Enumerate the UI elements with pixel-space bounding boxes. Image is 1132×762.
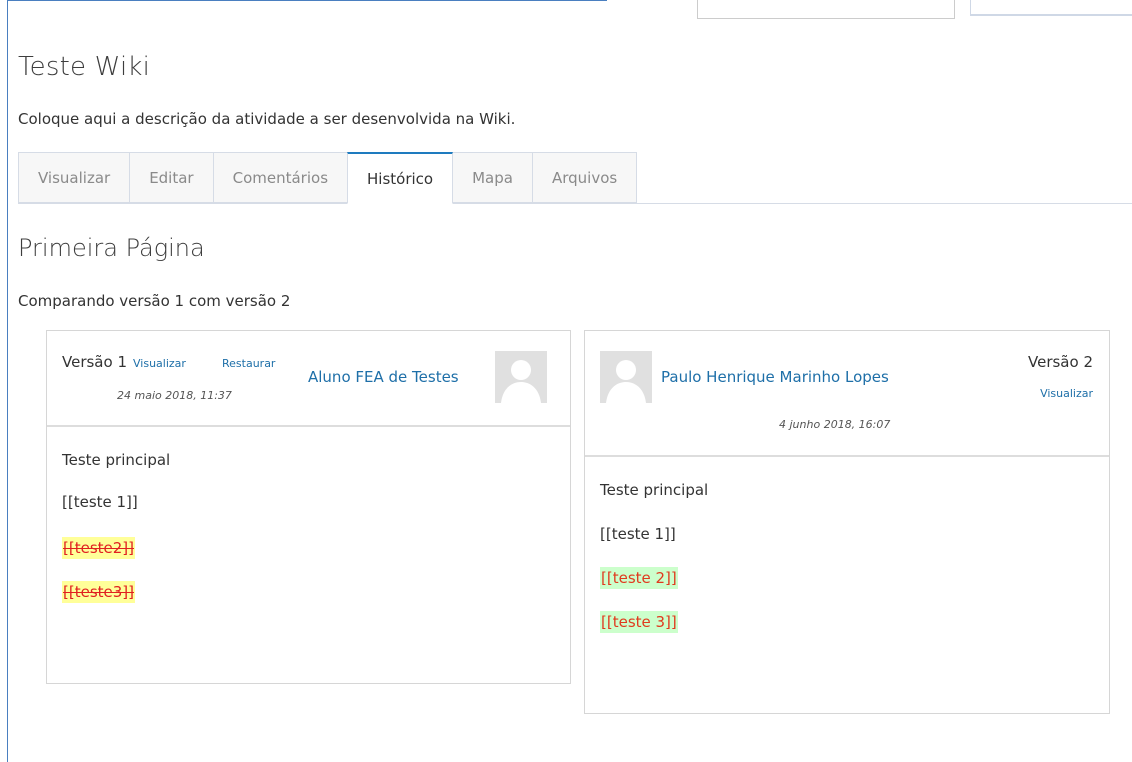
tab-historico[interactable]: Histórico bbox=[347, 152, 454, 204]
user-avatar-icon[interactable] bbox=[600, 351, 652, 403]
tab-arquivos[interactable]: Arquivos bbox=[531, 152, 638, 203]
version-2-date: 4 junho 2018, 16:07 bbox=[779, 418, 891, 431]
diff-line: [[teste 1]] bbox=[600, 525, 676, 543]
version-1-label: Versão 1 bbox=[62, 353, 127, 371]
top-search-input[interactable] bbox=[697, 0, 955, 19]
wiki-title: Teste Wiki bbox=[18, 52, 151, 82]
added-text: [[teste 2]] bbox=[600, 567, 678, 589]
diff-line-deleted: [[teste2]] bbox=[62, 537, 135, 559]
wiki-description: Coloque aqui a descrição da atividade a … bbox=[18, 110, 516, 128]
tab-visualizar[interactable]: Visualizar bbox=[18, 152, 131, 203]
page-title: Primeira Página bbox=[18, 234, 205, 262]
diff-line-text: Teste principal bbox=[600, 481, 709, 499]
added-text: [[teste 3]] bbox=[600, 611, 678, 633]
diff-line: [[teste 1]] bbox=[62, 493, 138, 511]
version-2-author-link[interactable]: Paulo Henrique Marinho Lopes bbox=[661, 368, 889, 386]
diff-line-text: [[teste 1]] bbox=[600, 525, 676, 543]
diff-line-deleted: [[teste3]] bbox=[62, 581, 135, 603]
version-1-date: 24 maio 2018, 11:37 bbox=[117, 389, 232, 402]
diff-line-added: [[teste 2]] bbox=[600, 567, 678, 589]
diff-line: Teste principal bbox=[62, 451, 170, 469]
user-avatar-icon[interactable] bbox=[495, 351, 547, 403]
version-2-panel: Paulo Henrique Marinho Lopes Versão 2 Vi… bbox=[584, 330, 1110, 714]
deleted-text: [[teste2]] bbox=[62, 537, 135, 559]
tab-comentarios[interactable]: Comentários bbox=[212, 152, 349, 203]
version-1-author-link[interactable]: Aluno FEA de Testes bbox=[308, 368, 459, 386]
wiki-tabs: Visualizar Editar Comentários Histórico … bbox=[18, 152, 638, 204]
diff-line-text: [[teste 1]] bbox=[62, 493, 138, 511]
window-frame-left bbox=[7, 0, 8, 762]
diff-line-text: Teste principal bbox=[62, 451, 171, 469]
deleted-text: [[teste3]] bbox=[62, 581, 135, 603]
version-2-header: Paulo Henrique Marinho Lopes Versão 2 Vi… bbox=[585, 331, 1109, 457]
tab-mapa[interactable]: Mapa bbox=[452, 152, 533, 203]
version-1-header: Versão 1 Visualizar Restaurar 24 maio 20… bbox=[47, 331, 570, 427]
version-1-view-link[interactable]: Visualizar bbox=[133, 357, 186, 370]
window-frame-top bbox=[7, 0, 607, 1]
version-1-restore-link[interactable]: Restaurar bbox=[222, 357, 275, 370]
version-1-panel: Versão 1 Visualizar Restaurar 24 maio 20… bbox=[46, 330, 571, 684]
tab-editar[interactable]: Editar bbox=[129, 152, 214, 203]
compare-text: Comparando versão 1 com versão 2 bbox=[18, 292, 291, 310]
diff-line-added: [[teste 3]] bbox=[600, 611, 678, 633]
top-toolbar-button[interactable] bbox=[970, 0, 1132, 16]
version-2-label: Versão 2 bbox=[1028, 353, 1093, 371]
version-2-view-link[interactable]: Visualizar bbox=[1040, 387, 1093, 400]
diff-line: Teste principal bbox=[600, 481, 708, 499]
